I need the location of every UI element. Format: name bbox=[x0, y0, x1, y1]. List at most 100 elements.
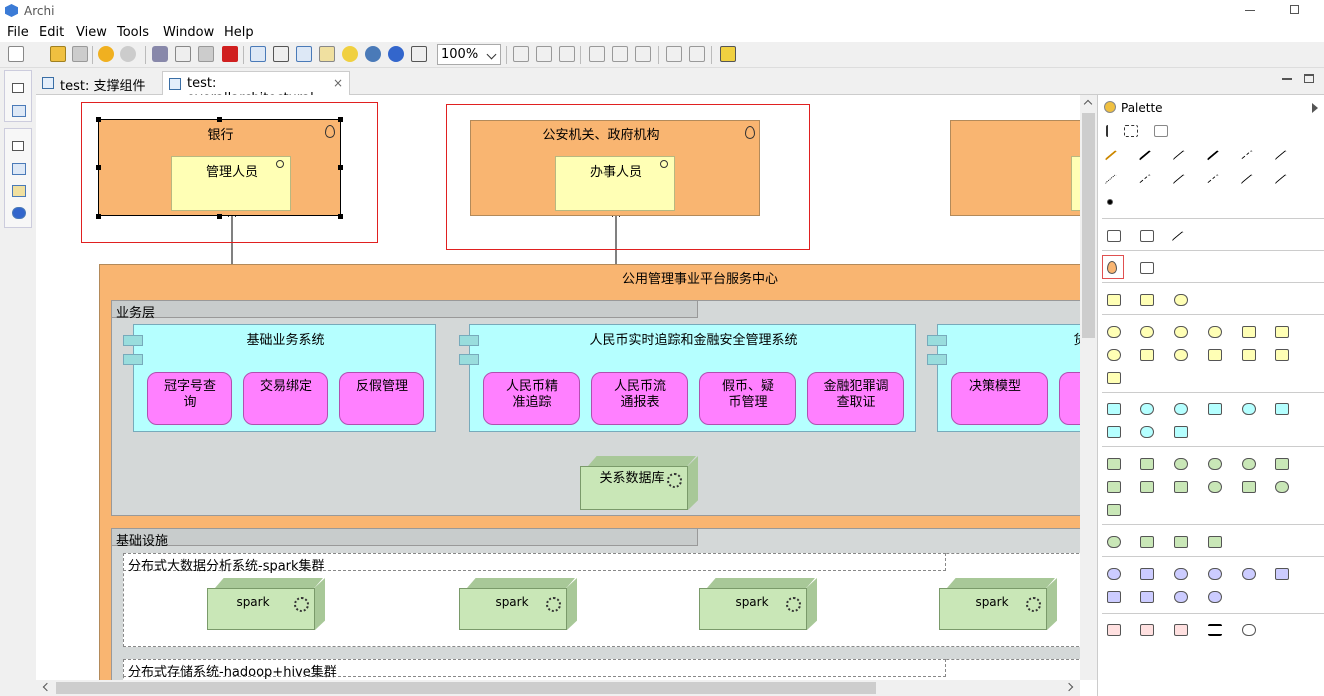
plateau-icon[interactable] bbox=[1208, 624, 1222, 636]
business-interaction-icon[interactable] bbox=[1107, 349, 1121, 361]
actor-partial[interactable] bbox=[1071, 156, 1080, 211]
capability-icon[interactable] bbox=[1140, 294, 1154, 306]
restore-view-icon[interactable] bbox=[12, 83, 24, 93]
outcome-icon[interactable] bbox=[1208, 568, 1222, 580]
new-icon[interactable] bbox=[8, 46, 24, 62]
technology-collaboration-icon[interactable] bbox=[1208, 458, 1222, 470]
location-icon[interactable] bbox=[1107, 261, 1117, 274]
menu-view[interactable]: View bbox=[76, 25, 107, 40]
business-process-icon[interactable] bbox=[1242, 326, 1256, 338]
function-box[interactable]: 反假管理 bbox=[339, 372, 424, 425]
align-left-icon[interactable] bbox=[513, 46, 529, 62]
collapse-arrow-icon[interactable] bbox=[1312, 103, 1318, 113]
spark-node[interactable]: spark bbox=[699, 588, 807, 630]
application-process-icon[interactable] bbox=[1275, 403, 1289, 415]
selection-handle[interactable] bbox=[338, 165, 343, 170]
align-bottom-icon[interactable] bbox=[635, 46, 651, 62]
outline-icon[interactable] bbox=[296, 46, 312, 62]
undo-icon[interactable] bbox=[98, 46, 114, 62]
technology-service-icon[interactable] bbox=[1275, 481, 1289, 493]
business-event-icon[interactable] bbox=[1140, 349, 1154, 361]
application-function-icon[interactable] bbox=[1208, 403, 1222, 415]
principle-icon[interactable] bbox=[1242, 568, 1256, 580]
selection-handle[interactable] bbox=[217, 117, 222, 122]
technology-interface-icon[interactable] bbox=[1242, 458, 1256, 470]
scroll-thumb[interactable] bbox=[56, 682, 876, 694]
function-box[interactable]: 人民币流通报表 bbox=[591, 372, 688, 425]
system-software-icon[interactable] bbox=[1174, 458, 1188, 470]
restore-view-icon[interactable] bbox=[12, 141, 24, 151]
access-icon[interactable] bbox=[1104, 173, 1124, 193]
function-box[interactable]: 冠字号查询 bbox=[147, 372, 232, 425]
device-icon[interactable] bbox=[1140, 458, 1154, 470]
menu-file[interactable]: File bbox=[7, 25, 29, 40]
selection-handle[interactable] bbox=[96, 165, 101, 170]
business-collaboration-icon[interactable] bbox=[1174, 326, 1188, 338]
delete-icon[interactable] bbox=[222, 46, 238, 62]
business-object-icon[interactable] bbox=[1208, 349, 1222, 361]
constraint-icon[interactable] bbox=[1107, 591, 1121, 603]
resource-icon[interactable] bbox=[1174, 294, 1188, 306]
police-actor[interactable]: 办事人员 bbox=[555, 156, 675, 211]
representation-icon[interactable] bbox=[1275, 349, 1289, 361]
selection-handle[interactable] bbox=[96, 117, 101, 122]
scroll-left-icon[interactable] bbox=[42, 682, 52, 692]
assessment-icon[interactable] bbox=[1140, 568, 1154, 580]
technology-function-icon[interactable] bbox=[1140, 481, 1154, 493]
gap-icon[interactable] bbox=[1242, 624, 1256, 636]
scroll-right-icon[interactable] bbox=[1064, 682, 1074, 692]
technology-process-icon[interactable] bbox=[1174, 481, 1188, 493]
path-icon[interactable] bbox=[1275, 458, 1289, 470]
vertical-scrollbar[interactable] bbox=[1080, 95, 1097, 680]
align-middle-icon[interactable] bbox=[612, 46, 628, 62]
outline-icon[interactable] bbox=[12, 163, 26, 175]
selection-handle[interactable] bbox=[96, 214, 101, 219]
flow-icon[interactable] bbox=[1206, 173, 1226, 193]
validate-icon[interactable] bbox=[411, 46, 427, 62]
spark-node[interactable]: spark bbox=[207, 588, 315, 630]
implementation-event-icon[interactable] bbox=[1174, 624, 1188, 636]
material-icon[interactable] bbox=[1208, 536, 1222, 548]
group-icon[interactable] bbox=[1140, 230, 1154, 242]
horizontal-scrollbar[interactable] bbox=[36, 680, 1080, 696]
function-box[interactable]: 交易绑定 bbox=[243, 372, 328, 425]
stakeholder-icon[interactable] bbox=[1107, 294, 1121, 306]
bank-actor[interactable]: 管理人员 bbox=[171, 156, 291, 211]
cut-icon[interactable] bbox=[152, 46, 168, 62]
minimize-icon[interactable] bbox=[1282, 78, 1292, 80]
marquee-icon[interactable] bbox=[1124, 125, 1138, 137]
scroll-thumb[interactable] bbox=[1082, 113, 1095, 338]
magic-connector-icon[interactable] bbox=[1104, 149, 1124, 169]
align-center-icon[interactable] bbox=[536, 46, 552, 62]
restore-icon[interactable] bbox=[1290, 5, 1299, 14]
tab-overallarchitectural[interactable]: test: overallarchitectural × bbox=[162, 71, 350, 106]
save-icon[interactable] bbox=[72, 46, 88, 62]
connection-icon[interactable] bbox=[1171, 230, 1191, 250]
match-height-icon[interactable] bbox=[689, 46, 705, 62]
facility-icon[interactable] bbox=[1140, 536, 1154, 548]
minimize-icon[interactable] bbox=[1245, 10, 1255, 11]
spark-node[interactable]: spark bbox=[459, 588, 567, 630]
value-icon[interactable] bbox=[1174, 591, 1188, 603]
selection-handle[interactable] bbox=[217, 214, 222, 219]
navigator-icon[interactable] bbox=[12, 185, 26, 197]
junction-icon[interactable] bbox=[1107, 199, 1113, 205]
align-top-icon[interactable] bbox=[589, 46, 605, 62]
select-icon[interactable] bbox=[1106, 125, 1114, 137]
viewpoint-icon[interactable] bbox=[365, 46, 381, 62]
deliverable-icon[interactable] bbox=[1140, 624, 1154, 636]
meaning-icon[interactable] bbox=[1140, 591, 1154, 603]
realization-icon[interactable] bbox=[1240, 149, 1260, 169]
product-icon[interactable] bbox=[1107, 372, 1121, 384]
contract-icon[interactable] bbox=[1242, 349, 1256, 361]
zoom-combo[interactable]: 100% bbox=[437, 44, 501, 65]
aggregation-icon[interactable] bbox=[1172, 149, 1192, 169]
distribution-network-icon[interactable] bbox=[1174, 536, 1188, 548]
application-event-icon[interactable] bbox=[1107, 426, 1121, 438]
redo-icon[interactable] bbox=[120, 46, 136, 62]
node-icon[interactable] bbox=[1107, 458, 1121, 470]
properties-icon[interactable] bbox=[273, 46, 289, 62]
copy-icon[interactable] bbox=[175, 46, 191, 62]
application-collaboration-icon[interactable] bbox=[1140, 403, 1154, 415]
paste-icon[interactable] bbox=[198, 46, 214, 62]
